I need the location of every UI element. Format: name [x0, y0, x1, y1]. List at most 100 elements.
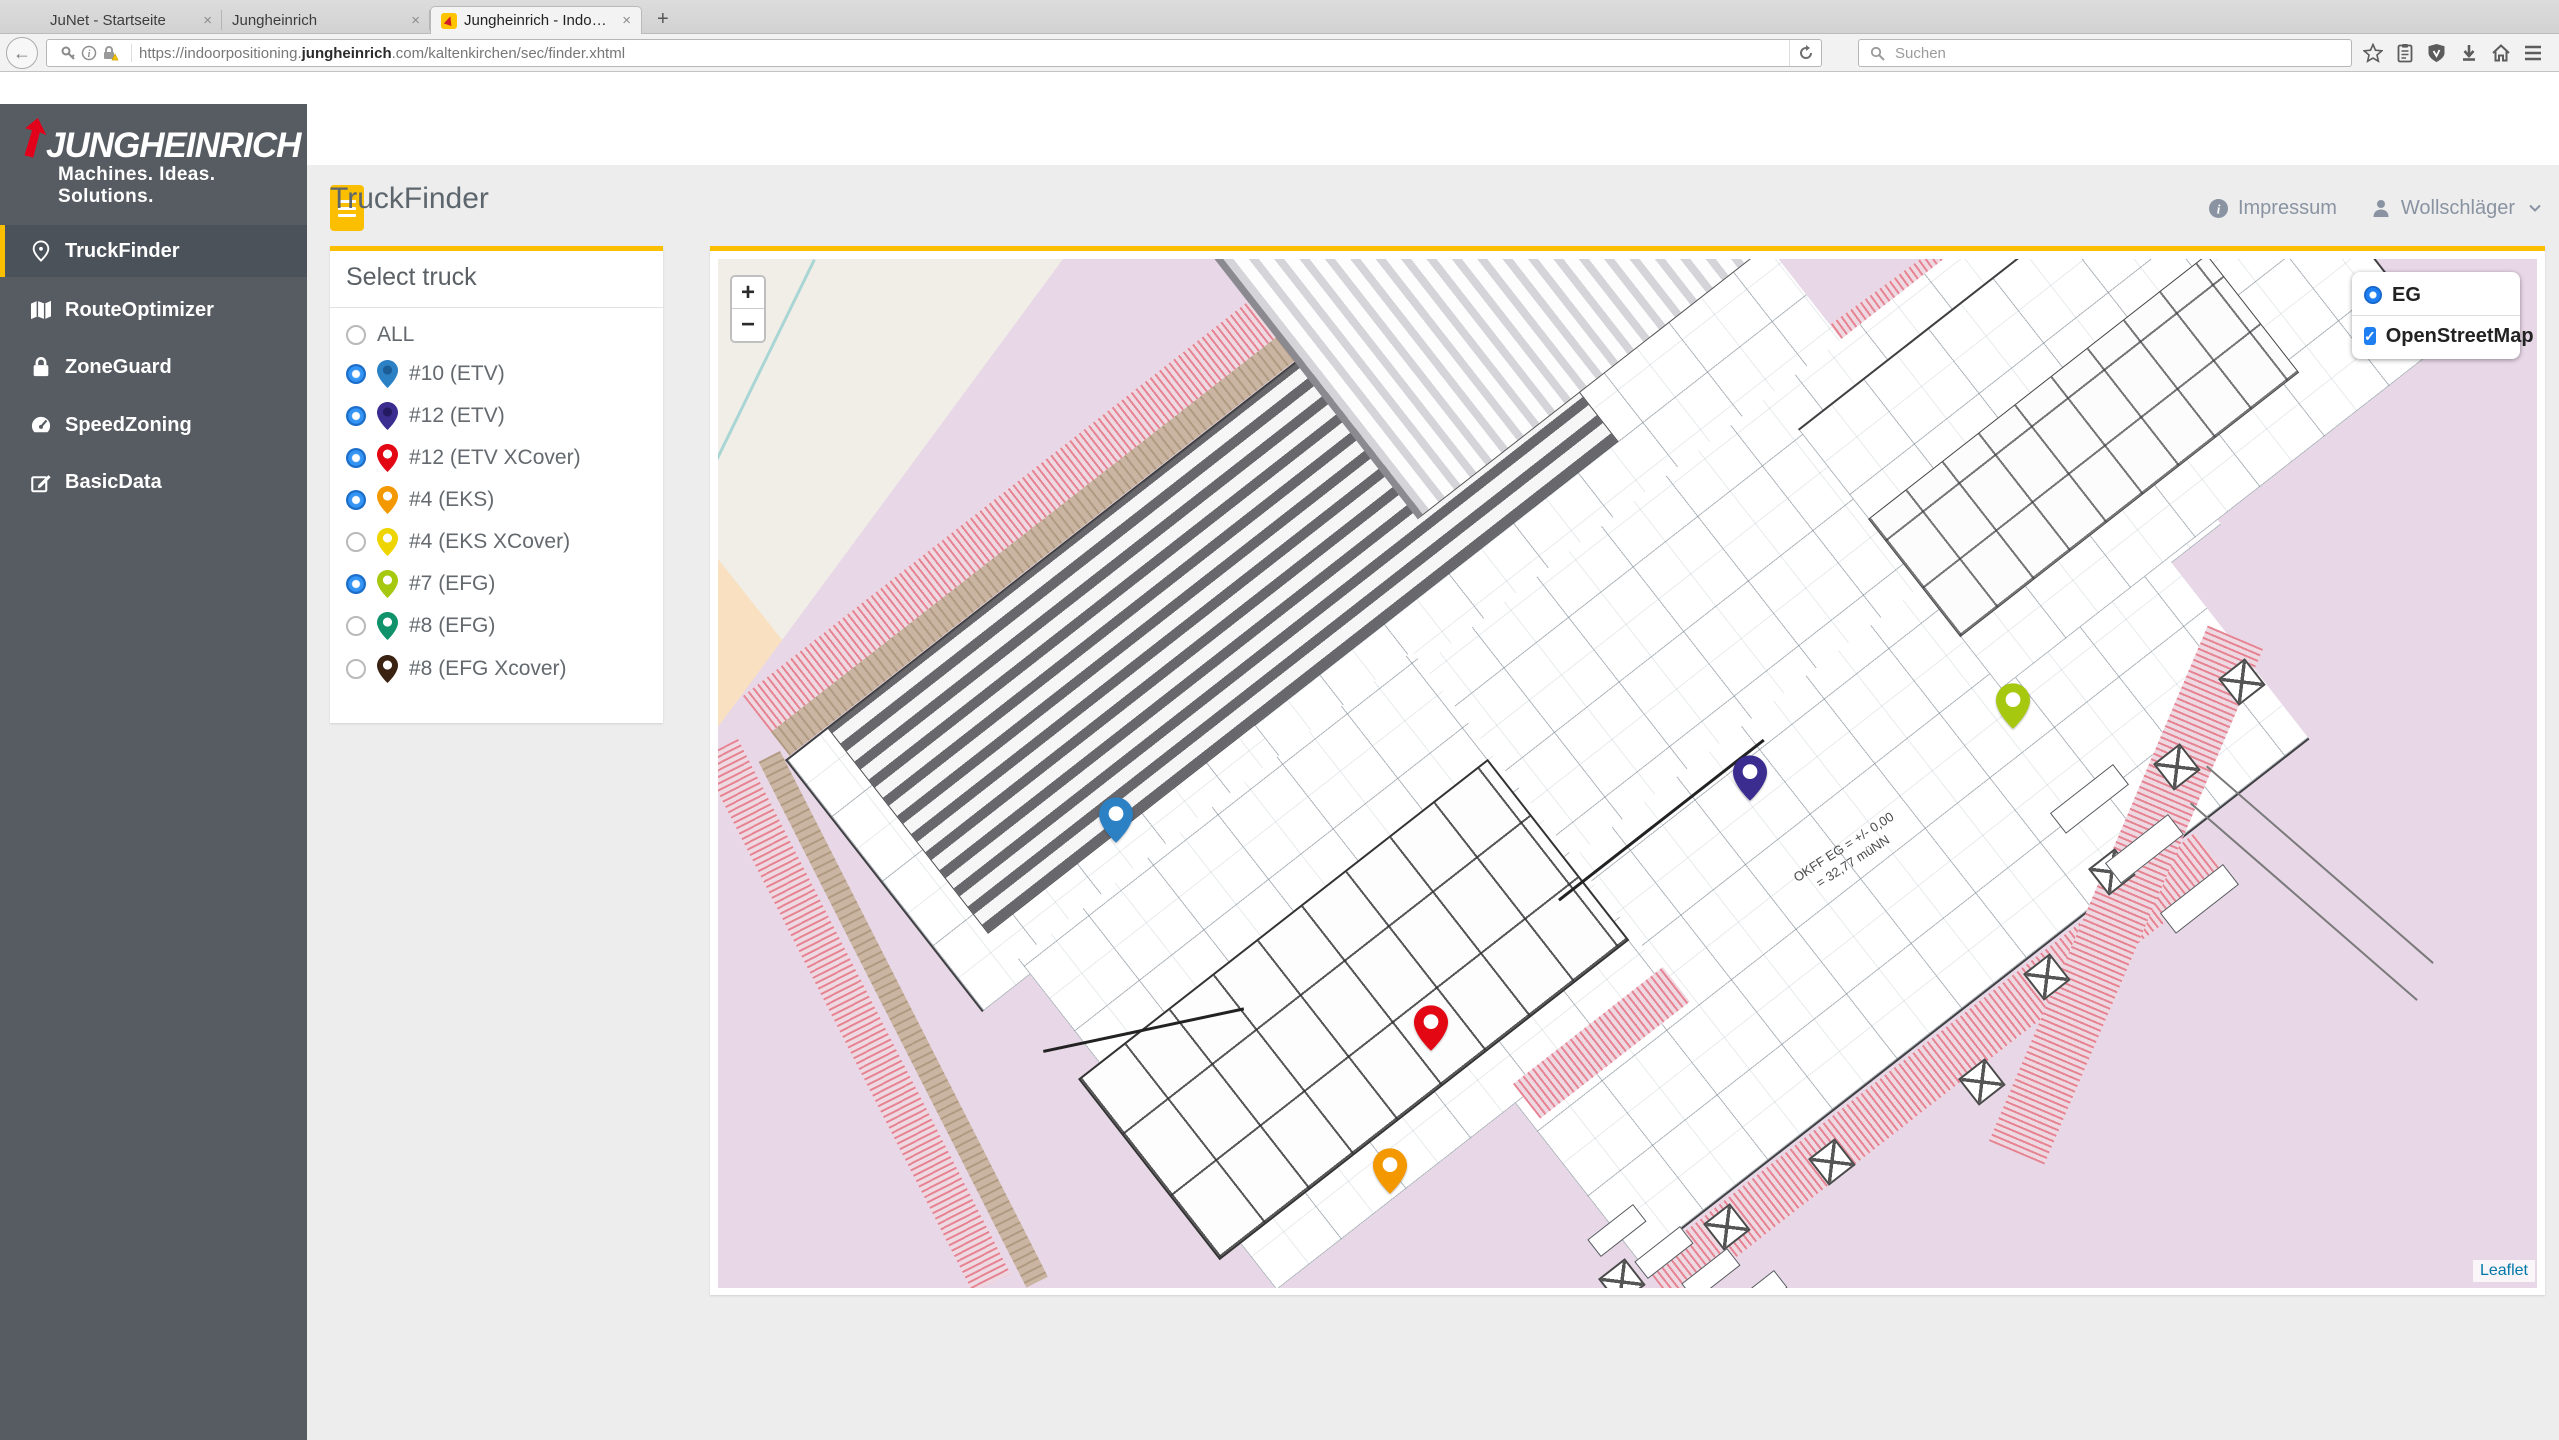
- person-icon: [2371, 198, 2392, 219]
- truck-option-8efg[interactable]: #8 (EFG): [346, 611, 495, 641]
- tab-close-icon[interactable]: ×: [612, 12, 631, 29]
- chevron-down-icon: [2524, 198, 2545, 219]
- layer-label: OpenStreetMap: [2386, 325, 2534, 348]
- truck-radio[interactable]: [346, 406, 366, 426]
- truck-option-label: #7 (EFG): [409, 572, 495, 596]
- truck-pin-icon: [377, 490, 398, 511]
- sidebar-item-speedzoning[interactable]: SpeedZoning: [0, 399, 307, 451]
- map-icon: [30, 300, 51, 321]
- truck-pin-icon: [377, 616, 398, 637]
- url-bar[interactable]: i https://indoorpositioning.jungheinrich…: [46, 39, 1822, 67]
- app-header: i Impressum Wollschläger: [0, 72, 2559, 165]
- truck-radio[interactable]: [346, 490, 366, 510]
- truck-option-label: #4 (EKS XCover): [409, 530, 570, 554]
- back-button[interactable]: ←: [6, 37, 38, 69]
- truck-pin-icon: [377, 364, 398, 385]
- truck-radio[interactable]: [346, 532, 366, 552]
- map-zoom-control: + −: [730, 275, 766, 343]
- truck-radio[interactable]: [346, 659, 366, 679]
- layer-option-openstreetmap[interactable]: ✓ OpenStreetMap: [2364, 323, 2508, 349]
- svg-text:i: i: [87, 49, 90, 60]
- logo-tagline: Machines. Ideas. Solutions.: [58, 164, 307, 208]
- layer-checkbox[interactable]: ✓: [2364, 327, 2376, 345]
- info-circle-icon: i: [2208, 198, 2229, 219]
- sidebar-item-basicdata[interactable]: BasicData: [0, 456, 307, 508]
- sidebar-item-zoneguard[interactable]: ZoneGuard: [0, 341, 307, 393]
- truck-option-12etvxcover[interactable]: #12 (ETV XCover): [346, 443, 581, 473]
- truck-option-label: #10 (ETV): [409, 362, 505, 386]
- url-suffix: .com/kaltenkirchen/sec/finder.xhtml: [392, 45, 625, 62]
- star-icon[interactable]: [2362, 43, 2383, 64]
- truck-option-4eksxcover[interactable]: #4 (EKS XCover): [346, 527, 570, 557]
- tab-label: Jungheinrich - Indoor Local...: [464, 12, 612, 29]
- truck-option-7efg[interactable]: #7 (EFG): [346, 569, 495, 599]
- browser-tab-3[interactable]: Jungheinrich - Indoor Local...×: [430, 6, 642, 34]
- map-card: OKFF EG = +/- 0,00 = 32,77 müNN + − EG ✓…: [710, 246, 2545, 1295]
- tab-label: JuNet - Startseite: [50, 12, 166, 29]
- url-domain: jungheinrich: [302, 45, 392, 62]
- truck-option-label: #8 (EFG): [409, 614, 495, 638]
- layer-label: EG: [2392, 284, 2421, 307]
- truck-option-12etv[interactable]: #12 (ETV): [346, 401, 505, 431]
- download-icon[interactable]: [2458, 43, 2479, 64]
- truck-pin-icon: [377, 574, 398, 595]
- map-canvas[interactable]: OKFF EG = +/- 0,00 = 32,77 müNN + − EG ✓…: [718, 259, 2537, 1288]
- url-text: https://indoorpositioning.jungheinrich.c…: [139, 45, 625, 62]
- zoom-in-button[interactable]: +: [732, 277, 764, 309]
- sidebar-item-truckfinder[interactable]: TruckFinder: [0, 225, 307, 277]
- screen: JuNet - Startseite×Jungheinrich×Junghein…: [0, 0, 2559, 1440]
- key-icon: [57, 43, 78, 64]
- home-icon[interactable]: [2490, 43, 2511, 64]
- search-placeholder: Suchen: [1895, 45, 1946, 62]
- reload-button[interactable]: [1789, 40, 1821, 66]
- lock-warning-icon: [99, 43, 120, 64]
- menu-icon[interactable]: [2522, 43, 2543, 64]
- tab-close-icon[interactable]: ×: [193, 12, 212, 29]
- browser-tab-1[interactable]: JuNet - Startseite ×: [40, 6, 222, 34]
- url-prefix: https://indoorpositioning.: [139, 45, 302, 62]
- zoom-out-button[interactable]: −: [732, 309, 764, 341]
- truck-radio[interactable]: [346, 616, 366, 636]
- sidebar-item-routeoptimizer[interactable]: RouteOptimizer: [0, 284, 307, 336]
- jungheinrich-logo: JUNGHEINRICH Machines. Ideas. Solutions.: [0, 104, 307, 200]
- shield-icon[interactable]: [2426, 43, 2447, 64]
- impressum-link[interactable]: i Impressum: [2208, 197, 2337, 220]
- tab-label: Jungheinrich: [232, 12, 317, 29]
- sidebar-item-label: RouteOptimizer: [65, 299, 214, 322]
- truck-pin-icon: [377, 532, 398, 553]
- map-marker-10etv[interactable]: [1099, 797, 1133, 848]
- truck-option-label: #8 (EFG Xcover): [409, 657, 567, 681]
- map-marker-12etv[interactable]: [1733, 755, 1767, 806]
- sidebar-item-label: TruckFinder: [65, 240, 179, 263]
- tab-favicon: [441, 13, 457, 29]
- truck-option-4eks[interactable]: #4 (EKS): [346, 485, 494, 515]
- impressum-label: Impressum: [2238, 197, 2337, 220]
- layer-option-eg[interactable]: EG: [2364, 282, 2508, 308]
- truck-radio[interactable]: [346, 325, 366, 345]
- logo-text: JUNGHEINRICH: [46, 126, 300, 166]
- truck-option-all[interactable]: ALL: [346, 320, 414, 350]
- truck-pin-icon: [377, 448, 398, 469]
- search-input[interactable]: Suchen: [1858, 39, 2352, 67]
- new-tab-button[interactable]: +: [657, 8, 669, 31]
- tab-close-icon[interactable]: ×: [401, 12, 420, 29]
- truck-option-8efgxcover[interactable]: #8 (EFG Xcover): [346, 654, 567, 684]
- truck-radio[interactable]: [346, 574, 366, 594]
- map-marker-12etvxcover[interactable]: [1414, 1005, 1448, 1056]
- browser-tab-2[interactable]: Jungheinrich ×: [222, 6, 430, 34]
- user-menu[interactable]: Wollschläger: [2371, 197, 2545, 220]
- truck-pin-icon: [377, 659, 398, 680]
- browser-navigation-bar: ← i https://indoorpositioning.jungheinri…: [0, 34, 2559, 72]
- map-marker-7efg[interactable]: [1996, 683, 2030, 734]
- clipboard-icon[interactable]: [2394, 43, 2415, 64]
- truck-option-10etv[interactable]: #10 (ETV): [346, 359, 505, 389]
- truck-radio[interactable]: [346, 448, 366, 468]
- truck-radio[interactable]: [346, 364, 366, 384]
- truck-option-label: #4 (EKS): [409, 488, 494, 512]
- user-name: Wollschläger: [2401, 197, 2515, 220]
- map-marker-4eks[interactable]: [1373, 1148, 1407, 1199]
- leaflet-attribution[interactable]: Leaflet: [2473, 1260, 2535, 1282]
- browser-tab-bar: JuNet - Startseite×Jungheinrich×Junghein…: [0, 0, 2559, 34]
- layer-radio[interactable]: [2364, 286, 2382, 304]
- panel-title: Select truck: [346, 263, 477, 292]
